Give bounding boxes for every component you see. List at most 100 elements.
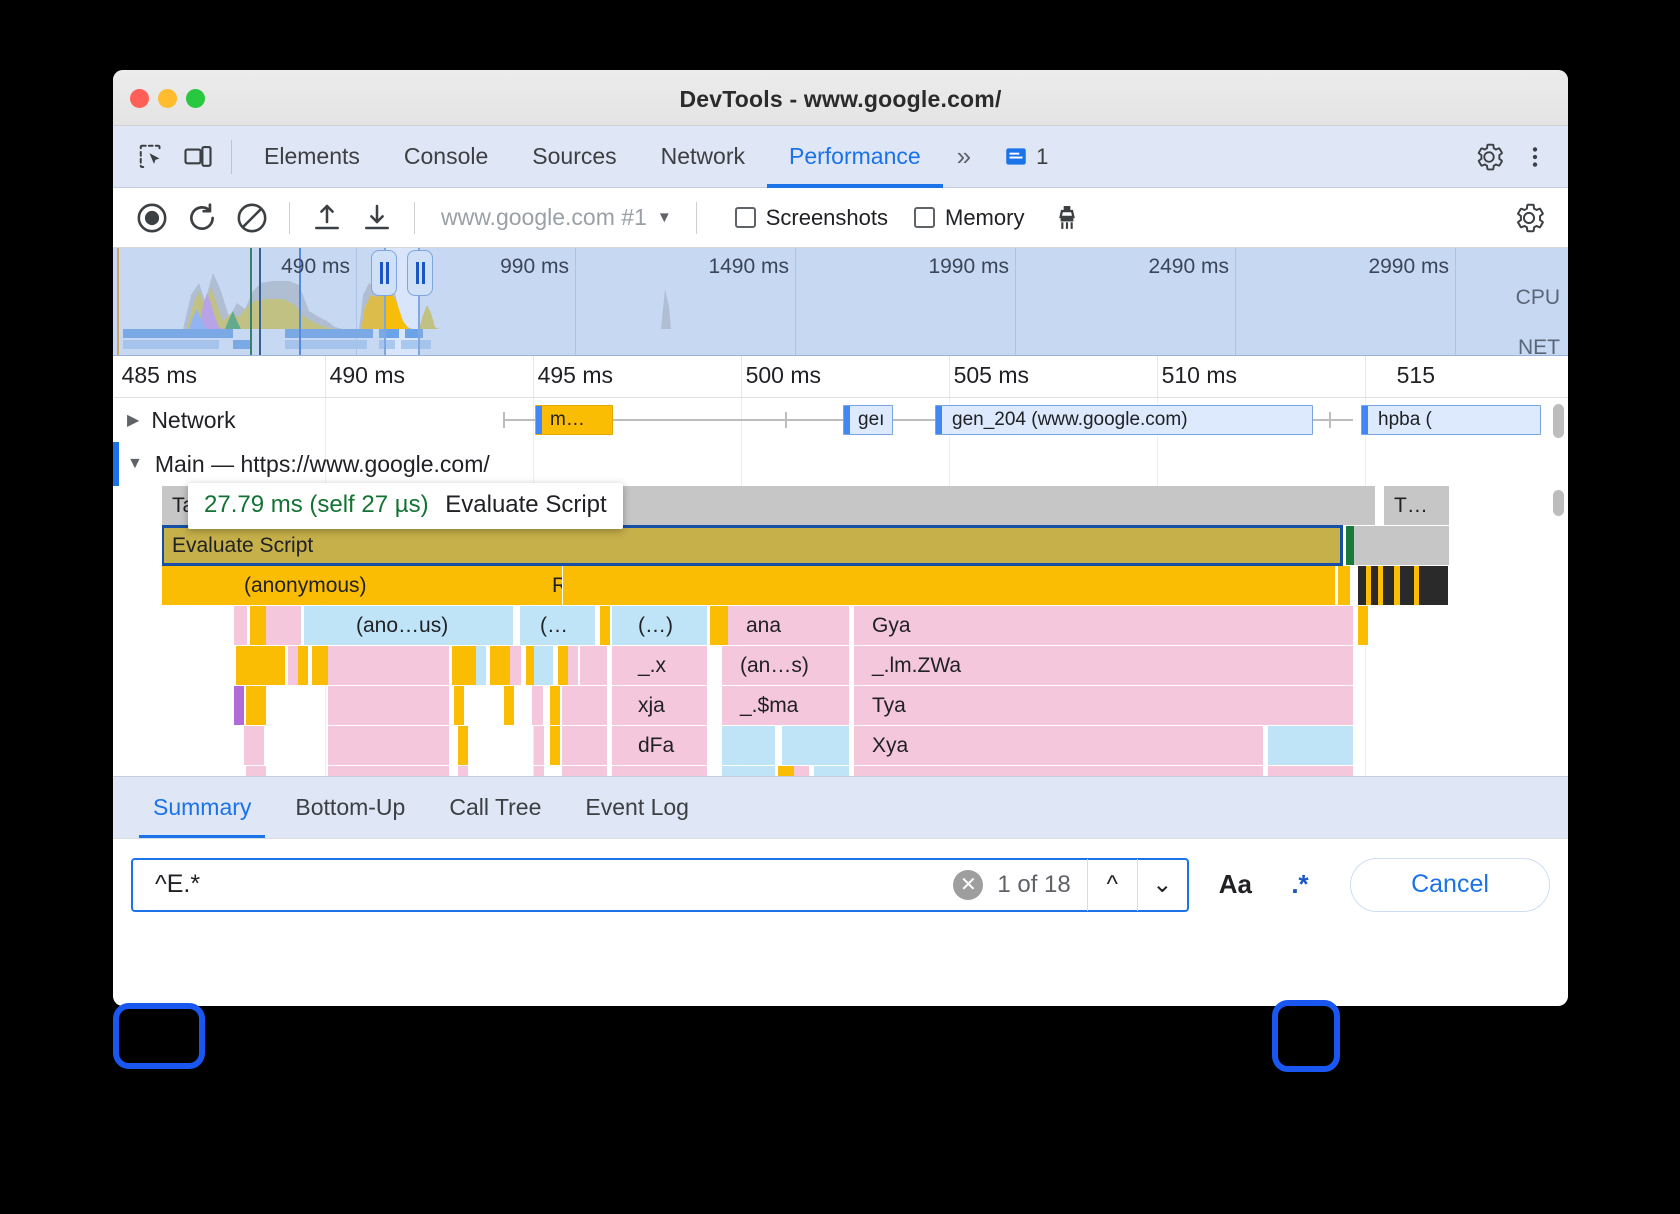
tab-performance[interactable]: Performance bbox=[767, 126, 943, 188]
flame-block-tya[interactable]: Tya bbox=[854, 686, 1354, 725]
flame-block-r7-p1[interactable] bbox=[328, 766, 450, 776]
flame-block-r3-tick7[interactable] bbox=[1358, 606, 1369, 645]
flame-block-r6-p0b[interactable] bbox=[254, 726, 265, 765]
flame-block-r7-b1[interactable] bbox=[722, 766, 776, 776]
overview-right-handle[interactable] bbox=[407, 250, 433, 296]
clear-icon[interactable] bbox=[227, 195, 277, 241]
flame-block-task-2[interactable]: T… bbox=[1384, 486, 1450, 525]
tab-call-tree[interactable]: Call Tree bbox=[427, 777, 563, 839]
flame-block-r5-p3[interactable] bbox=[562, 686, 608, 725]
network-request-2[interactable]: gen_204 (www.google.com) bbox=[935, 405, 1313, 435]
flame-block-r5-p2[interactable] bbox=[532, 686, 544, 725]
screenshots-checkbox[interactable]: Screenshots bbox=[735, 205, 888, 231]
record-circle-icon[interactable] bbox=[127, 195, 177, 241]
settings-gear-icon[interactable] bbox=[1466, 134, 1512, 180]
more-tabs-icon[interactable]: » bbox=[943, 126, 985, 188]
flame-block-r3-b[interactable] bbox=[266, 606, 302, 645]
tracks-scrollbar-thumb-top[interactable] bbox=[1553, 404, 1564, 438]
flame-block-r5-y3[interactable] bbox=[454, 686, 465, 725]
flame-block-eta[interactable]: e.ta bbox=[854, 766, 1264, 776]
flame-block-r6-y1[interactable] bbox=[458, 726, 469, 765]
flame-block-gya[interactable]: Gya bbox=[854, 606, 1354, 645]
flame-chart[interactable]: Task T… Evaluate Script bbox=[162, 486, 1568, 776]
network-request-3[interactable]: hpba ( bbox=[1361, 405, 1541, 435]
flame-block-an-s[interactable]: (an…s) bbox=[722, 646, 850, 685]
flame-block-r5-y4[interactable] bbox=[504, 686, 515, 725]
save-profile-icon[interactable] bbox=[352, 195, 402, 241]
flame-block-anonymous-1[interactable]: (ano…us) bbox=[304, 606, 514, 645]
tab-event-log[interactable]: Event Log bbox=[563, 777, 711, 839]
more-options-icon[interactable] bbox=[1512, 134, 1558, 180]
match-case-button[interactable]: Aa bbox=[1211, 865, 1260, 904]
flame-block-r6-p1[interactable] bbox=[328, 726, 450, 765]
flame-block-r3-a[interactable] bbox=[234, 606, 248, 645]
triangle-down-icon[interactable]: ▼ bbox=[127, 455, 143, 473]
flame-block-evaluate-script[interactable]: Evaluate Script bbox=[162, 526, 1342, 565]
flame-block-eta-2[interactable]: e.ta bbox=[1268, 766, 1354, 776]
flame-block-r7-p3[interactable] bbox=[534, 766, 545, 776]
flame-block-r7-b2[interactable] bbox=[814, 766, 850, 776]
flame-block-r6-b3[interactable] bbox=[1268, 726, 1354, 765]
memory-checkbox[interactable]: Memory bbox=[914, 205, 1024, 231]
flame-block-xja[interactable]: xja bbox=[612, 686, 708, 725]
flame-block-ana[interactable]: ana bbox=[728, 606, 850, 645]
flame-block-r4-p2[interactable] bbox=[328, 646, 450, 685]
flame-block-r6-b2[interactable] bbox=[782, 726, 850, 765]
tracks-scrollbar-thumb[interactable] bbox=[1553, 490, 1564, 516]
flame-block-r5-p1[interactable] bbox=[328, 686, 450, 725]
search-field-wrapper[interactable]: ✕ 1 of 18 ^ ⌄ bbox=[131, 858, 1189, 912]
overview-left-handle[interactable] bbox=[371, 250, 397, 296]
track-network[interactable]: ▶ Network m… geı bbox=[113, 398, 1568, 442]
flame-block-gray-a[interactable] bbox=[1354, 526, 1450, 565]
flame-block-r4-p5[interactable] bbox=[580, 646, 608, 685]
flame-block-r4-y1[interactable] bbox=[236, 646, 286, 685]
tab-sources[interactable]: Sources bbox=[510, 126, 638, 188]
flame-block-xya[interactable]: Xya bbox=[854, 726, 1264, 765]
flame-block-lm-zwa[interactable]: _.lm.ZWa bbox=[854, 646, 1354, 685]
clear-circle-icon[interactable]: ✕ bbox=[953, 870, 983, 900]
tab-bottom-up[interactable]: Bottom-Up bbox=[273, 777, 427, 839]
flame-block-dark[interactable] bbox=[1358, 566, 1448, 605]
chevron-down-icon[interactable]: ⌄ bbox=[1137, 859, 1187, 911]
flame-block-anonymous-3[interactable]: (…) bbox=[612, 606, 708, 645]
flame-block-r5-y2[interactable] bbox=[256, 686, 267, 725]
flame-block-r4-p4[interactable] bbox=[568, 646, 579, 685]
flame-block-r4-p3[interactable] bbox=[510, 646, 522, 685]
network-request-0[interactable]: m… bbox=[535, 405, 613, 435]
flame-block-r3-tick3[interactable] bbox=[600, 606, 611, 645]
timeline-overview[interactable]: 490 ms 990 ms 1490 ms 1990 ms 2490 ms 29… bbox=[113, 248, 1568, 356]
flame-block-r7-p5[interactable] bbox=[794, 766, 810, 776]
flame-block-r5-y5[interactable] bbox=[550, 686, 561, 725]
reload-record-icon[interactable] bbox=[177, 195, 227, 241]
issues-button[interactable]: 1 bbox=[991, 144, 1060, 170]
flame-block-r4-y2[interactable] bbox=[298, 646, 309, 685]
regex-toggle-button[interactable]: .* bbox=[1272, 861, 1328, 909]
flame-block-r5-purple[interactable] bbox=[234, 686, 245, 725]
cancel-button[interactable]: Cancel bbox=[1350, 858, 1550, 912]
search-input[interactable] bbox=[133, 860, 953, 910]
flame-block-_ma[interactable]: _.$ma bbox=[722, 686, 850, 725]
flame-block-anonymous-yellow[interactable]: (anonymous) bbox=[162, 566, 1336, 605]
flame-block-r6-p2[interactable] bbox=[534, 726, 545, 765]
timeline-tracks[interactable]: ▶ Network m… geı bbox=[113, 398, 1568, 776]
network-request-1[interactable]: geı bbox=[843, 405, 893, 435]
track-main[interactable]: ▼ Main — https://www.google.com/ bbox=[113, 442, 1568, 486]
flame-block-r6-p3[interactable] bbox=[562, 726, 608, 765]
tab-summary[interactable]: Summary bbox=[131, 777, 273, 839]
trash-brush-icon[interactable] bbox=[1042, 195, 1092, 241]
recording-selector[interactable]: www.google.com #1 ▼ bbox=[441, 204, 672, 231]
tab-console[interactable]: Console bbox=[382, 126, 510, 188]
inspect-element-icon[interactable] bbox=[129, 134, 175, 180]
flame-block-r6-b1[interactable] bbox=[722, 726, 776, 765]
device-toolbar-icon[interactable] bbox=[175, 134, 221, 180]
tab-network[interactable]: Network bbox=[639, 126, 767, 188]
flame-block-dfa[interactable]: dFa bbox=[612, 726, 708, 765]
chevron-up-icon[interactable]: ^ bbox=[1087, 859, 1137, 911]
flame-block-r4-b1[interactable] bbox=[476, 646, 487, 685]
flame-block-r7-p2[interactable] bbox=[458, 766, 469, 776]
flame-block-anonymous-2[interactable]: (… bbox=[520, 606, 596, 645]
flame-block-r7-p0b[interactable] bbox=[256, 766, 267, 776]
flame-block-run-microtasks[interactable]: Run Microtasks bbox=[552, 566, 563, 605]
flame-block-y-b[interactable]: Y…b bbox=[612, 766, 708, 776]
load-profile-icon[interactable] bbox=[302, 195, 352, 241]
